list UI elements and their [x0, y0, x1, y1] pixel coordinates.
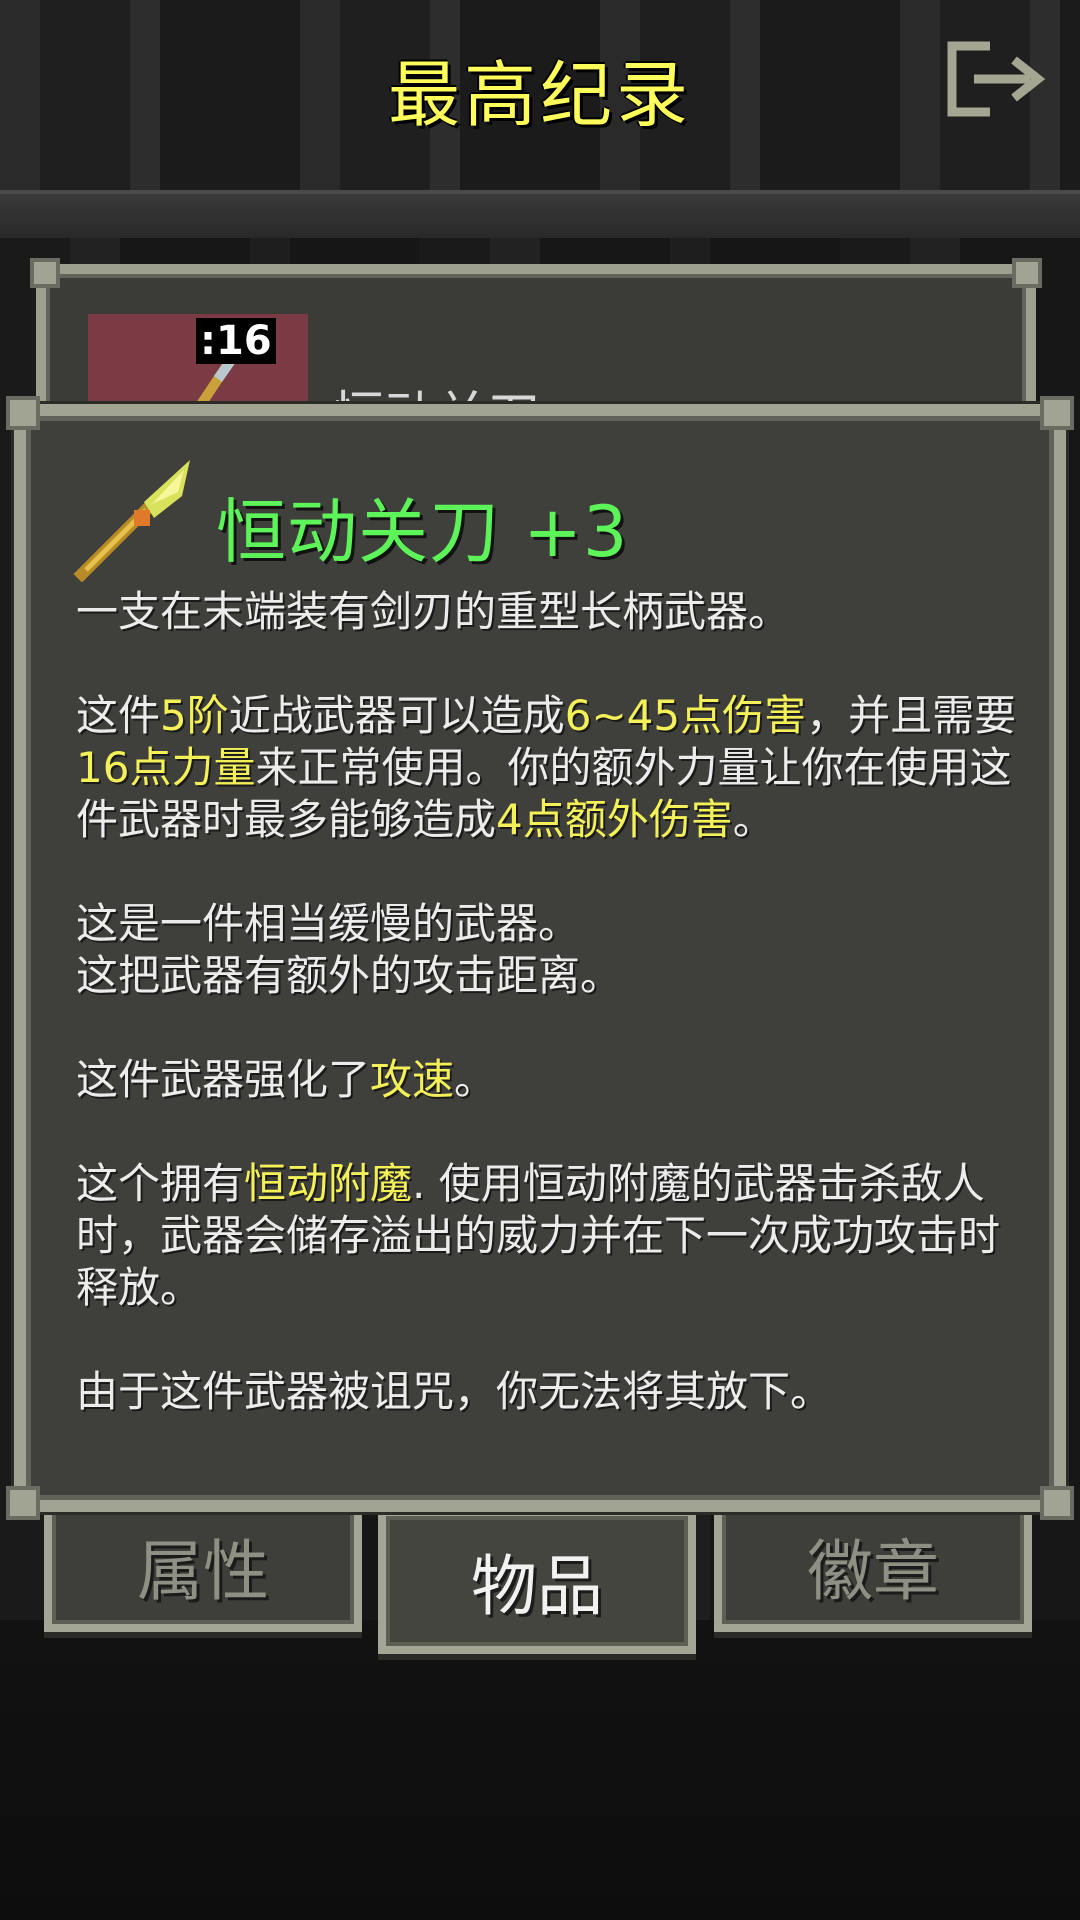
- damage-highlight: 6~45点伤害: [564, 691, 807, 740]
- exit-door-icon: [947, 41, 1046, 117]
- background-floor: [0, 1620, 1080, 1920]
- trait-slow: 这是一件相当缓慢的武器。: [76, 899, 581, 948]
- glaive-icon: [72, 452, 202, 583]
- enchant-highlight: 恒动附魔: [244, 1159, 413, 1208]
- exit-button[interactable]: [944, 40, 1050, 118]
- window-corner: [6, 1486, 40, 1520]
- description-intro: 一支在末端装有剑刃的重型长柄武器。: [76, 587, 791, 636]
- upgrade-highlight: 攻速: [370, 1055, 455, 1104]
- description-curse: 由于这件武器被诅咒，你无法将其放下。: [76, 1367, 833, 1416]
- tab-label: 属性: [137, 1533, 269, 1610]
- tab-label: 徽章: [807, 1533, 939, 1610]
- window-corner: [6, 396, 40, 430]
- description-upgrade: 这件武器强化了攻速。: [76, 1055, 497, 1104]
- description-traits: 这是一件相当缓慢的武器。 这把武器有额外的攻击距离。: [76, 898, 1036, 1002]
- bonus-damage-highlight: 4点额外伤害: [496, 795, 733, 844]
- trait-reach: 这把武器有额外的攻击距离。: [76, 951, 623, 1000]
- tab-badges[interactable]: 徽章: [714, 1500, 1032, 1632]
- tab-label: 物品: [471, 1548, 603, 1625]
- window-corner: [1040, 396, 1074, 430]
- record-quantity-badge: :16: [196, 318, 276, 364]
- item-description: 一支在末端装有剑刃的重型长柄武器。 这件5阶近战武器可以造成6~45点伤害，并且…: [76, 586, 1036, 1418]
- tab-items[interactable]: 物品: [378, 1508, 696, 1654]
- tier-highlight: 5阶: [160, 691, 229, 740]
- page-title: 最高纪录: [387, 53, 692, 137]
- description-stats: 这件5阶近战武器可以造成6~45点伤害，并且需要16点力量来正常使用。你的额外力…: [76, 691, 1017, 844]
- panel-corner: [1012, 258, 1042, 288]
- item-name: 恒动关刀 +3: [216, 491, 629, 573]
- strength-highlight: 16点力量: [76, 743, 256, 792]
- panel-corner: [30, 258, 60, 288]
- window-corner: [1040, 1486, 1074, 1520]
- item-info-window[interactable]: 恒动关刀 +3 一支在末端装有剑刃的重型长柄武器。 这件5阶近战武器可以造成6~…: [6, 396, 1074, 1520]
- tab-stats[interactable]: 属性: [44, 1500, 362, 1632]
- description-enchant: 这个拥有恒动附魔. 使用恒动附魔的武器击杀敌人时，武器会储存溢出的威力并在下一次…: [76, 1159, 1001, 1312]
